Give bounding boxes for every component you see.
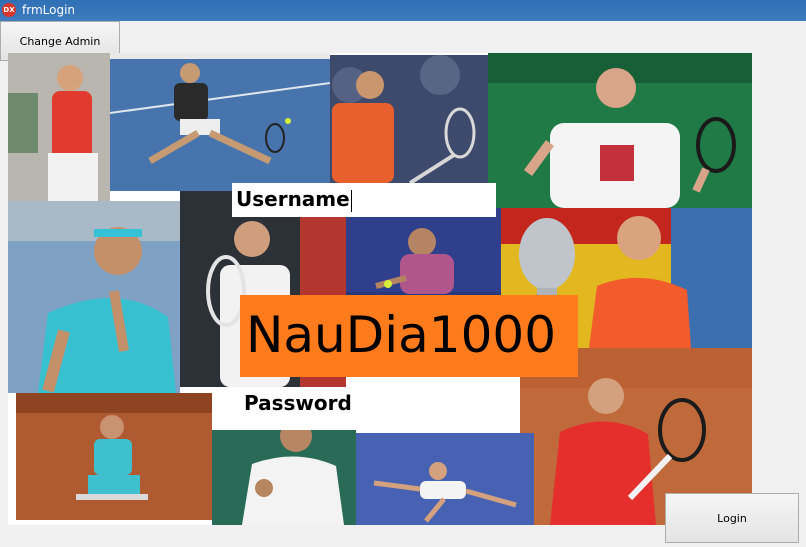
photo-player-kneeling-clay bbox=[16, 393, 212, 520]
password-field[interactable]: Password bbox=[240, 387, 496, 421]
photo-player-white-shirt-celebrating bbox=[488, 53, 752, 208]
username-field[interactable]: Username bbox=[232, 183, 496, 217]
app-icon: DX bbox=[2, 3, 16, 17]
photo-player-orange-shirt-shouting bbox=[330, 55, 488, 183]
password-label: Password bbox=[244, 391, 352, 415]
title-bar: DX frmLogin bbox=[0, 0, 806, 21]
photo-player-lying-on-court bbox=[356, 433, 534, 525]
username-label: Username bbox=[236, 187, 350, 211]
photo-player-lunging-blue-court bbox=[110, 53, 330, 191]
photo-collage bbox=[8, 53, 752, 525]
title-banner: NauDia1000 bbox=[240, 295, 578, 377]
photo-player-white-shirt-fist bbox=[212, 430, 356, 525]
login-button[interactable]: Login bbox=[665, 493, 799, 543]
banner-text: NauDia1000 bbox=[246, 306, 557, 364]
photo-player-red-shirt bbox=[8, 53, 110, 201]
window-title: frmLogin bbox=[22, 3, 76, 17]
photo-player-cyan-headband bbox=[8, 201, 180, 393]
